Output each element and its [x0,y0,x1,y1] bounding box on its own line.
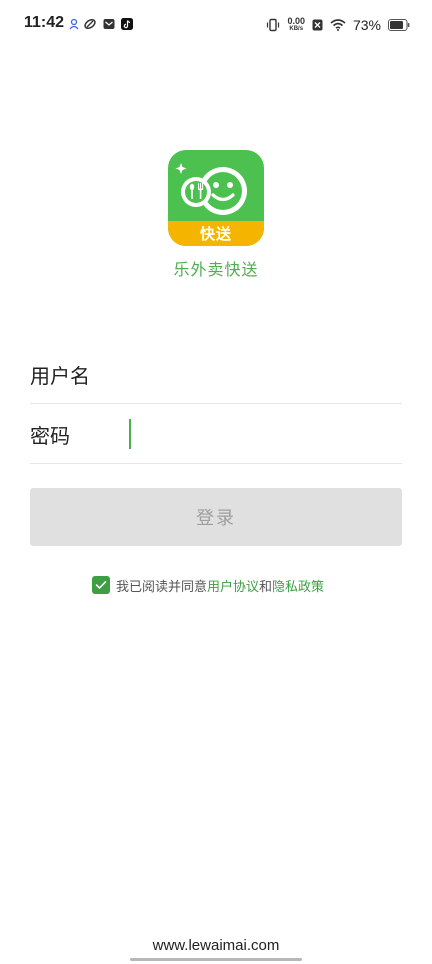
status-time: 11:42 [24,14,65,31]
login-button[interactable]: 登录 [30,488,402,546]
app-name: 乐外卖快送 [173,260,259,279]
tiktok-icon [121,18,133,30]
agreement-row: 我已阅读并同意 用户协议 和 隐私政策 [92,575,324,595]
home-indicator[interactable] [130,958,302,961]
status-bar: 11:42 0.00 KB/s 73% [0,0,432,52]
password-input[interactable] [130,415,400,453]
network-speed: 0.00 KB/s [287,15,305,33]
app-logo: 快送 [168,150,264,246]
password-row: 密码 [30,405,402,464]
network-speed-value: 0.00 [287,15,305,26]
battery-percent: 73% [352,17,381,33]
user-agreement-link[interactable]: 用户协议 [207,576,259,595]
username-input[interactable] [130,355,400,393]
network-speed-unit: KB/s [289,25,304,32]
agreement-and-text: 和 [259,579,273,595]
vibrate-icon [267,18,280,32]
username-row: 用户名 [30,345,402,404]
mail-icon [103,19,115,29]
privacy-policy-link[interactable]: 隐私政策 [272,576,324,595]
no-sim-icon [312,19,323,31]
status-right-group: 0.00 KB/s 73% [266,14,410,36]
battery-icon [388,19,410,31]
website-url: www.lewaimai.com [152,937,280,954]
logo-badge-text: 快送 [199,225,232,243]
notification-app-icon [69,18,79,30]
password-label: 密码 [30,424,70,448]
text-cursor [129,419,131,449]
logo-badge: 快送 [168,221,264,246]
checkmark-icon [95,581,107,589]
agreement-text: 我已阅读并同意 [116,579,208,595]
username-label: 用户名 [30,364,90,388]
wifi-icon [330,19,346,31]
sync-icon [84,18,96,30]
agreement-checkbox[interactable] [92,576,110,594]
